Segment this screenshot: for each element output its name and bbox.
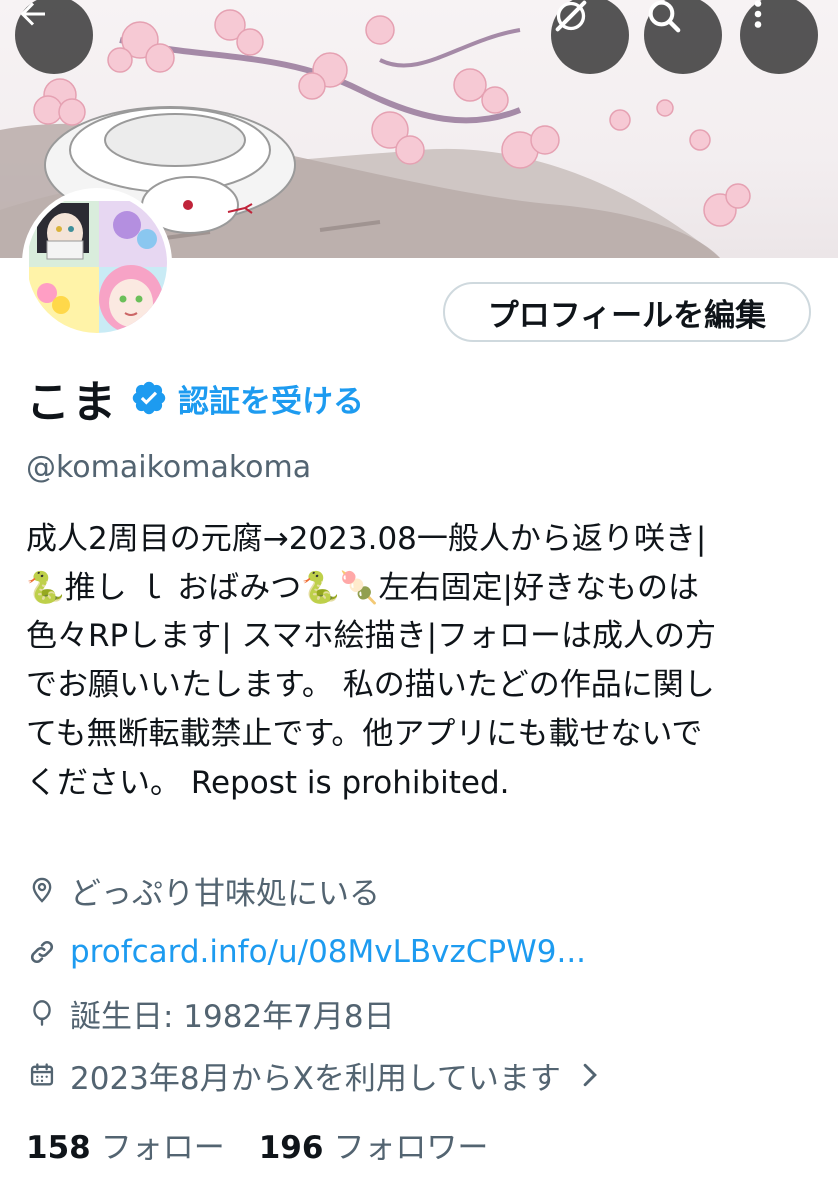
following-count: 158 bbox=[26, 1129, 91, 1166]
website-link[interactable]: profcard.info/u/08MvLBvzCPW9... bbox=[70, 934, 586, 970]
balloon-icon bbox=[26, 997, 58, 1029]
website-row[interactable]: profcard.info/u/08MvLBvzCPW9... bbox=[26, 930, 586, 974]
chevron-right-icon bbox=[579, 1062, 601, 1088]
followers-count: 196 bbox=[258, 1129, 324, 1166]
joined-row[interactable]: 2023年8月からXを利用しています bbox=[26, 1053, 601, 1097]
display-name: こま bbox=[26, 377, 118, 428]
location-pin-icon bbox=[26, 874, 58, 906]
birthday-text: 誕生日: 1982年7月8日 bbox=[70, 998, 395, 1035]
arrow-left-icon bbox=[20, 2, 45, 26]
location-row: どっぷり甘味処にいる bbox=[26, 868, 380, 912]
edit-profile-button[interactable]: プロフィールを編集 bbox=[443, 282, 811, 342]
get-verified-link[interactable]: 認証を受ける bbox=[178, 376, 364, 421]
followers-link[interactable]: 196 フォロワー bbox=[259, 1122, 489, 1167]
avatar-image bbox=[27, 193, 167, 333]
link-icon bbox=[26, 936, 58, 968]
more-vertical-icon bbox=[754, 0, 762, 28]
following-label: フォロー bbox=[100, 1129, 225, 1166]
joined-text: 2023年8月からXを利用しています bbox=[70, 1060, 561, 1097]
follow-stats: 158 フォロー 196 フォロワー bbox=[26, 1122, 488, 1166]
followers-label: フォロワー bbox=[333, 1129, 489, 1166]
search-icon bbox=[648, 0, 681, 33]
grok-icon bbox=[555, 0, 587, 32]
calendar-icon bbox=[26, 1059, 58, 1091]
profile-bio: 成人2周目の元腐→2023.08一般人から返り咲き| 🐍推し ｌ おばみつ🐍🍡左… bbox=[26, 521, 717, 801]
verified-badge-icon[interactable] bbox=[130, 379, 168, 417]
following-link[interactable]: 158 フォロー bbox=[26, 1122, 225, 1167]
birthday-row: 誕生日: 1982年7月8日 bbox=[26, 991, 395, 1035]
user-handle: @komaikomakoma bbox=[26, 450, 312, 485]
name-row: こま 認証を受ける bbox=[26, 368, 364, 428]
avatar[interactable] bbox=[22, 188, 172, 338]
location-text: どっぷり甘味処にいる bbox=[70, 875, 380, 912]
